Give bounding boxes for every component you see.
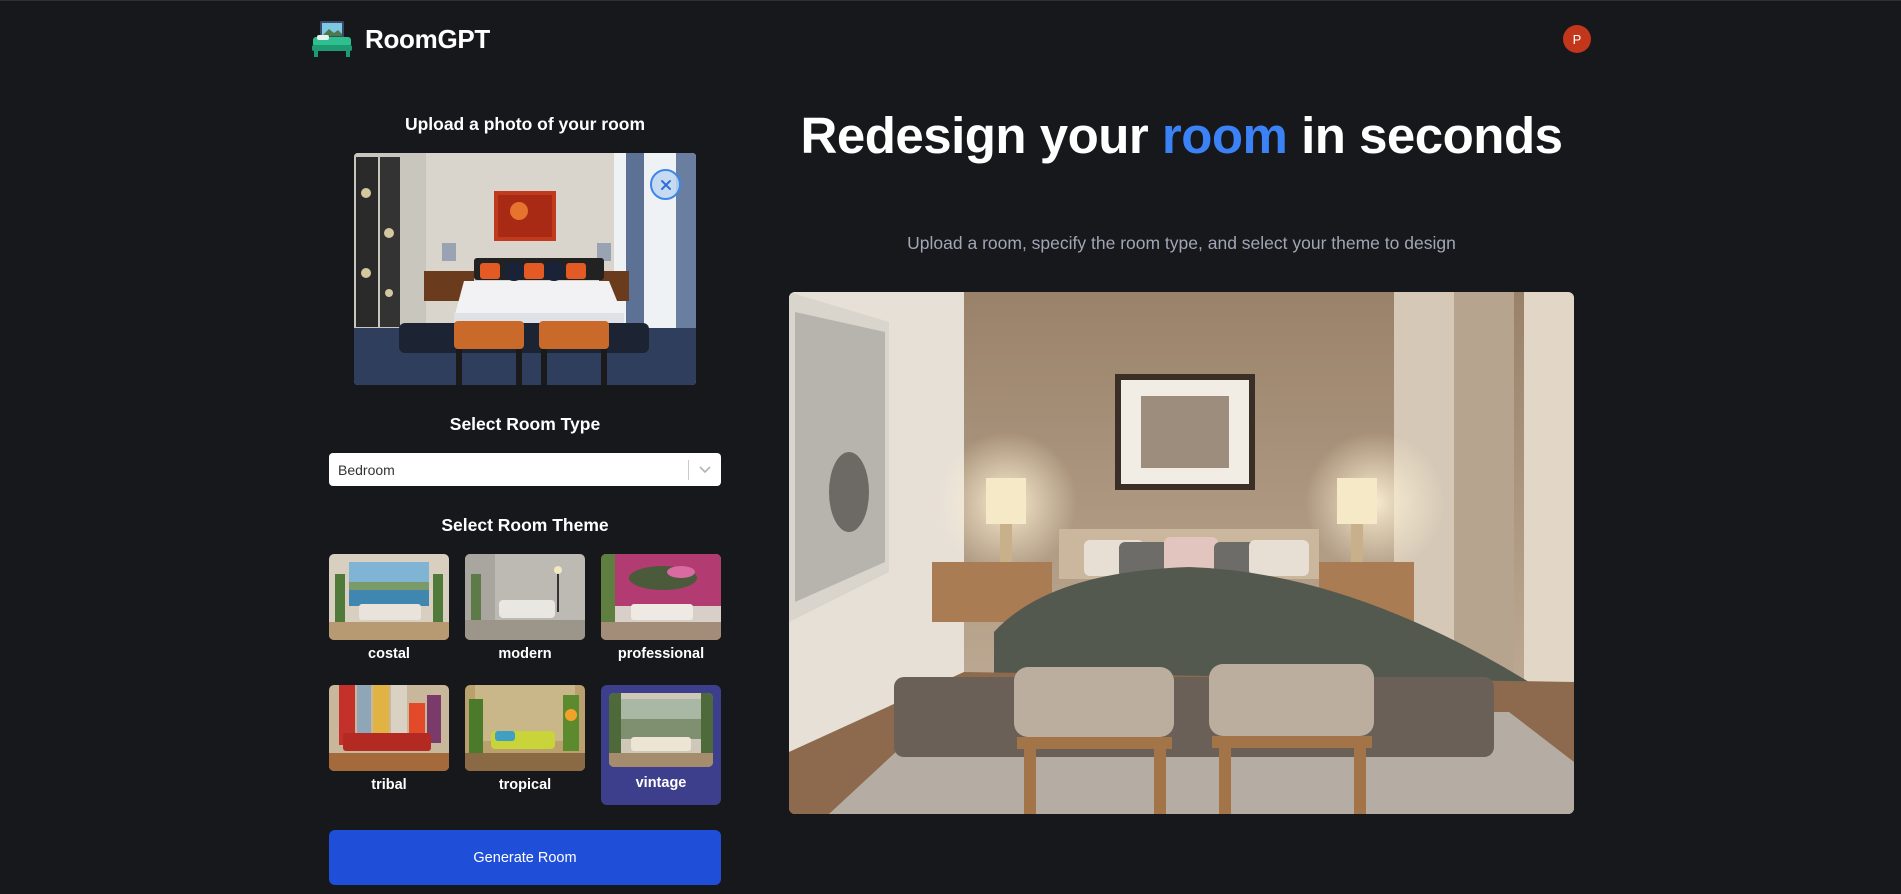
theme-label: professional xyxy=(617,646,705,662)
room-theme-title: Select Room Theme xyxy=(441,515,609,535)
theme-label: vintage xyxy=(635,775,687,791)
theme-card-modern[interactable]: modern xyxy=(465,554,585,674)
theme-thumbnail xyxy=(465,685,585,771)
room-type-value: Bedroom xyxy=(338,461,395,478)
generate-room-button[interactable]: Generate Room xyxy=(329,830,721,885)
hero-title-part1: Redesign your xyxy=(800,107,1162,164)
room-type-select[interactable]: Bedroom xyxy=(329,453,721,486)
top-border xyxy=(0,0,1901,1)
theme-card-costal[interactable]: costal xyxy=(329,554,449,674)
close-icon xyxy=(660,179,672,191)
theme-card-vintage[interactable]: vintage xyxy=(601,685,721,805)
chevron-down-icon[interactable] xyxy=(689,453,721,486)
theme-card-professional[interactable]: professional xyxy=(601,554,721,674)
room-type-title: Select Room Type xyxy=(449,414,601,434)
theme-thumbnail xyxy=(329,685,449,771)
hero-title-part2: in seconds xyxy=(1287,107,1563,164)
theme-label: tribal xyxy=(371,777,407,793)
uploaded-room-photo xyxy=(354,153,696,385)
theme-thumbnail xyxy=(465,554,585,640)
remove-photo-button[interactable] xyxy=(650,169,681,200)
theme-label: tropical xyxy=(498,777,552,793)
generated-room-photo xyxy=(789,292,1574,814)
bed-icon xyxy=(311,18,353,60)
theme-card-tribal[interactable]: tribal xyxy=(329,685,449,805)
theme-thumbnail xyxy=(329,554,449,640)
theme-card-tropical[interactable]: tropical xyxy=(465,685,585,805)
theme-label: modern xyxy=(498,646,552,662)
user-avatar[interactable]: P xyxy=(1563,25,1591,53)
hero-title-accent: room xyxy=(1161,107,1288,164)
theme-label: costal xyxy=(368,646,410,662)
theme-thumbnail xyxy=(609,693,713,767)
app-name[interactable]: RoomGPT xyxy=(365,24,490,55)
theme-thumbnail xyxy=(601,554,721,640)
header: RoomGPT xyxy=(311,18,490,60)
upload-title: Upload a photo of your room xyxy=(404,114,646,134)
hero-title: Redesign your room in seconds xyxy=(789,110,1574,162)
hero-subtitle: Upload a room, specify the room type, an… xyxy=(907,233,1456,253)
